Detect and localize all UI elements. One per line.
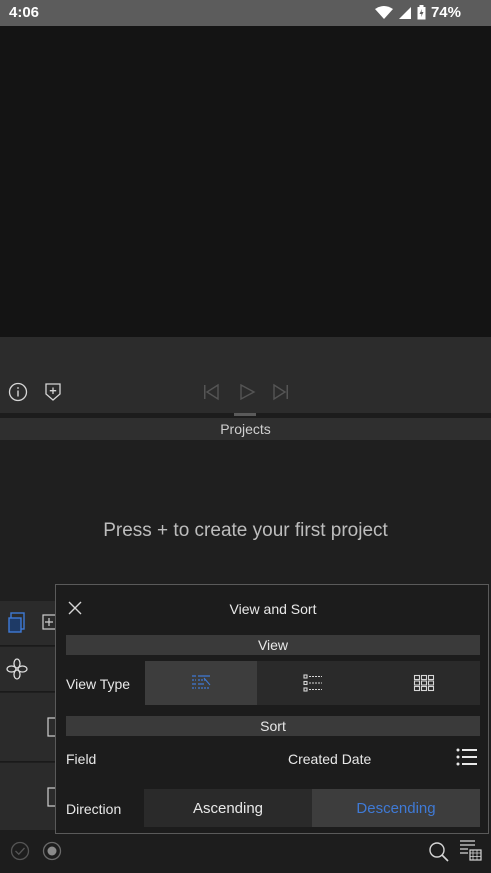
battery-icon xyxy=(417,5,426,20)
timeline-list-icon xyxy=(191,675,211,689)
check-circle-icon[interactable] xyxy=(10,841,30,861)
sort-view-icon[interactable] xyxy=(459,838,483,862)
info-icon[interactable] xyxy=(8,382,28,402)
detail-list-icon xyxy=(302,674,322,692)
track-slot-2[interactable] xyxy=(0,763,55,831)
view-type-grid-option[interactable] xyxy=(368,661,480,705)
list-menu-icon[interactable] xyxy=(456,748,478,766)
empty-projects-message: Press + to create your first project xyxy=(103,520,388,541)
direction-descending-option[interactable]: Descending xyxy=(312,789,480,827)
bottom-toolbar xyxy=(0,830,491,873)
direction-selector: Ascending Descending xyxy=(144,789,480,827)
record-circle-icon[interactable] xyxy=(42,841,62,861)
dialog-title: View and Sort xyxy=(229,601,317,617)
view-type-timeline-option[interactable] xyxy=(145,661,257,705)
skip-forward-icon[interactable] xyxy=(272,383,290,401)
view-type-detail-option[interactable] xyxy=(257,661,369,705)
status-icons: 74% xyxy=(374,4,461,21)
view-type-label: View Type xyxy=(66,676,131,692)
playback-controls xyxy=(0,337,491,413)
view-section-header: View xyxy=(66,635,480,655)
add-clip-icon xyxy=(42,614,56,630)
direction-label: Direction xyxy=(66,801,122,817)
media-button[interactable] xyxy=(0,601,56,646)
resize-handle[interactable] xyxy=(234,413,256,416)
skip-back-icon[interactable] xyxy=(202,383,220,401)
battery-percent: 74% xyxy=(430,4,461,21)
projects-header: Projects xyxy=(0,418,491,440)
track-slot-1[interactable] xyxy=(0,693,55,762)
sort-section-header: Sort xyxy=(66,716,480,736)
video-preview xyxy=(0,26,491,337)
field-label: Field xyxy=(66,751,97,767)
direction-ascending-option[interactable]: Ascending xyxy=(144,789,312,827)
flower-icon xyxy=(6,658,28,680)
clip-placeholder-icon xyxy=(47,717,55,737)
play-icon[interactable] xyxy=(238,383,256,401)
add-shield-icon[interactable] xyxy=(44,382,62,402)
status-time: 4:06 xyxy=(9,4,40,21)
wifi-icon xyxy=(374,5,393,19)
signal-icon xyxy=(398,6,411,19)
effects-button[interactable] xyxy=(0,647,55,692)
view-sort-dialog: View and Sort View View Type Sort Field … xyxy=(55,584,489,834)
search-icon[interactable] xyxy=(428,841,450,863)
clip-placeholder-icon xyxy=(47,787,55,807)
sort-field-value[interactable]: Created Date xyxy=(288,751,371,767)
grid-icon xyxy=(414,674,435,692)
media-icon xyxy=(8,612,25,633)
view-type-selector xyxy=(145,661,480,705)
